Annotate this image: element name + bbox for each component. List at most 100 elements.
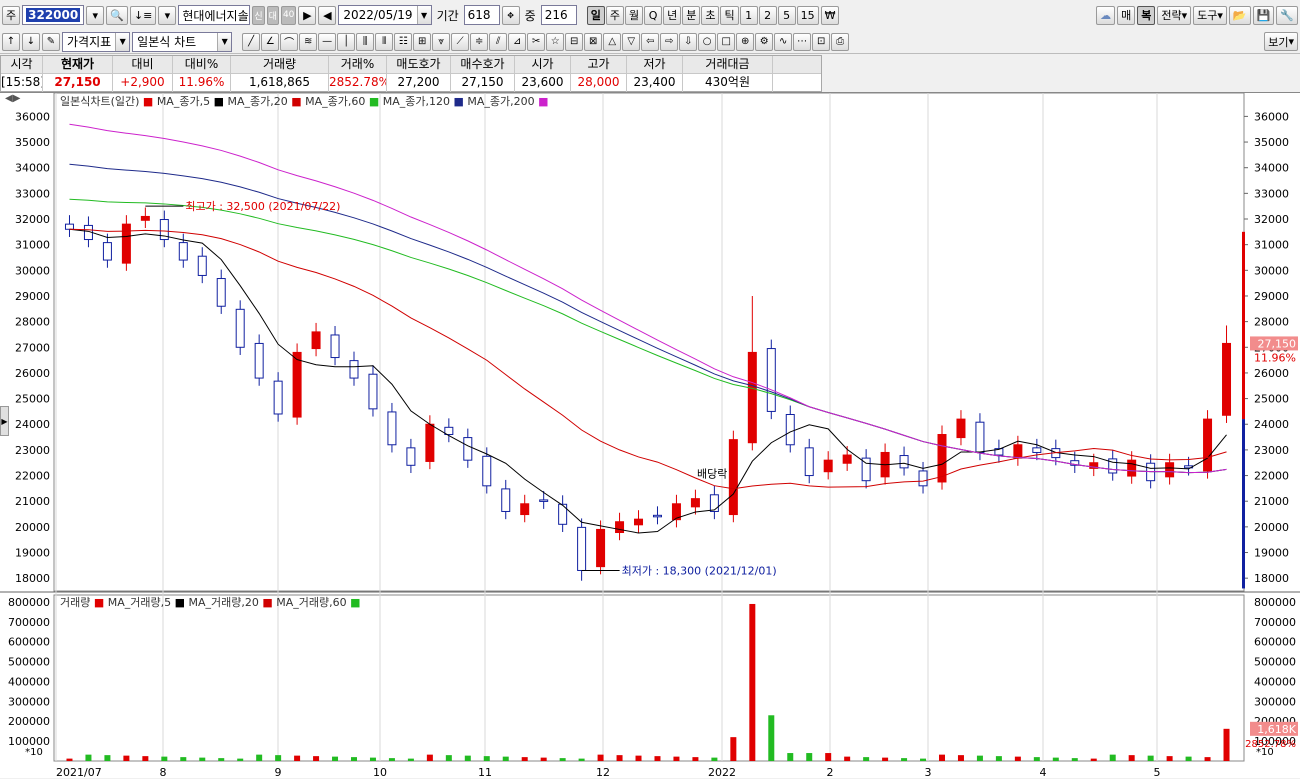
interval-6[interactable]: 초 (701, 5, 720, 25)
interval-5[interactable]: 분 (682, 5, 701, 25)
candle-body-9 (235, 308, 245, 348)
interval-11[interactable]: 15 (796, 5, 819, 25)
drawing-tool-23-icon[interactable]: ⇩ (679, 32, 698, 51)
volume-bar-33 (692, 757, 699, 761)
price-axis-right-0: 36000 (1254, 110, 1289, 123)
interval-8[interactable]: 1 (739, 5, 758, 25)
drawing-tool-18-icon[interactable]: ⊠ (584, 32, 603, 51)
price-axis-right-17: 19000 (1254, 547, 1289, 560)
week-button[interactable]: 주 (2, 5, 21, 25)
indicator-combo[interactable]: 가격지표 ▼ (62, 31, 131, 52)
drawing-tool-4-icon[interactable]: — (318, 32, 337, 51)
interval-w-icon[interactable]: ₩ (820, 5, 840, 25)
drawing-tool-22-icon[interactable]: ⇨ (660, 32, 679, 51)
drawing-tool-3-icon[interactable]: ≋ (299, 32, 318, 51)
drawing-tool-1-icon[interactable]: ∠ (261, 32, 280, 51)
drawing-tool-25-icon[interactable]: □ (717, 32, 736, 51)
drawing-tool-2-icon[interactable]: ⌒ (280, 32, 299, 51)
volume-bar-35 (730, 737, 737, 761)
date-combo[interactable]: 2022/05/19 ▼ (338, 5, 432, 25)
price-axis-right-10: 26000 (1254, 367, 1289, 380)
drawing-tool-16-icon[interactable]: ☆ (546, 32, 565, 51)
chart-type-combo[interactable]: 일본식 차트 ▼ (132, 31, 233, 52)
candlestick-chart[interactable]: 36000 3600035000 3500034000 3400033000 33000… (0, 93, 1300, 779)
drawing-tool-24-icon[interactable]: ○ (698, 32, 717, 51)
drawing-tool-15-icon[interactable]: ✂ (527, 32, 546, 51)
toolbar-button-sell[interactable]: 매 (1117, 5, 1136, 25)
price-axis-left-14: 22000 (15, 470, 50, 483)
settings-icon[interactable]: 🔧 (1276, 5, 1298, 25)
interval-10[interactable]: 5 (777, 5, 796, 25)
drawing-tool-5-icon[interactable]: │ (337, 32, 356, 51)
drawing-tool-10-icon[interactable]: ⩔ (432, 32, 451, 51)
stock-name-field[interactable]: 현대에너지솔루 (178, 5, 251, 25)
drawing-tool-9-icon[interactable]: ⊞ (413, 32, 432, 51)
ma-line-5 (69, 228, 1227, 534)
volume-axis-left-1: 700000 (8, 616, 50, 629)
drawing-tool-19-icon[interactable]: △ (603, 32, 622, 51)
price-axis-right-2: 34000 (1254, 162, 1289, 175)
next-stock-icon[interactable]: ▶ (298, 5, 317, 25)
x-label-10: 5 (1154, 766, 1161, 779)
scroll-down-icon[interactable]: ↓ (22, 32, 40, 51)
price-axis-left-5: 31000 (15, 239, 50, 252)
volume-bar-15 (351, 757, 357, 761)
open-folder-icon[interactable]: 📂 (1228, 5, 1251, 25)
list-dropdown-icon[interactable]: ▾ (158, 5, 177, 25)
price-axis-left-17: 19000 (15, 547, 50, 560)
stock-code-input[interactable]: 322000 (22, 5, 85, 25)
drawing-tool-7-icon[interactable]: ⦀ (375, 32, 394, 51)
prev-stock-icon[interactable]: ◀ (318, 5, 337, 25)
drawing-tool-20-icon[interactable]: ▽ (622, 32, 641, 51)
ma-swatch-1: ■ (287, 95, 306, 108)
drawing-tool-8-icon[interactable]: ☷ (394, 32, 413, 51)
interval-9[interactable]: 2 (758, 5, 777, 25)
drawing-tool-27-icon[interactable]: ⚙ (755, 32, 774, 51)
drawing-tool-14-icon[interactable]: ⊿ (508, 32, 527, 51)
drawing-tool-12-icon[interactable]: ≑ (470, 32, 489, 51)
interval-1[interactable]: 주 (605, 5, 624, 25)
drawing-tool-11-icon[interactable]: ⟋ (451, 32, 470, 51)
edit-icon[interactable]: ✎ (42, 32, 60, 51)
cloud-icon[interactable]: ☁ (1096, 5, 1116, 25)
volume-bar-0 (66, 758, 73, 761)
interval-2[interactable]: 월 (624, 5, 644, 25)
save-icon[interactable]: 💾 (1252, 5, 1275, 25)
drawing-tool-0-icon[interactable]: ╱ (242, 32, 261, 51)
info-header-3: 대비% (173, 56, 231, 73)
code-dropdown-icon[interactable]: ▾ (86, 5, 105, 25)
drawing-tool-17-icon[interactable]: ⊟ (565, 32, 584, 51)
interval-7[interactable]: 틱 (720, 5, 739, 25)
interval-4[interactable]: 년 (663, 5, 682, 25)
drawing-tool-26-icon[interactable]: ⊕ (736, 32, 755, 51)
drawing-tool-31-icon[interactable]: ⎙ (831, 32, 850, 51)
drawing-tool-21-icon[interactable]: ⇦ (641, 32, 660, 51)
candle-body-33 (690, 498, 700, 508)
price-legend-title: 일본식차트(일간) (60, 95, 143, 108)
candle-body-29 (615, 521, 625, 534)
expand-panel-icon[interactable]: ▶ (0, 406, 9, 436)
strategy-menu[interactable]: 전략 ▾ (1157, 5, 1192, 25)
chart-area[interactable]: 36000 36000 35000 35000 34000 34000 33000 33000… (0, 92, 1300, 779)
scroll-up-icon[interactable]: ↑ (2, 32, 20, 51)
tools-menu[interactable]: 도구 ▾ (1193, 5, 1227, 25)
period-spin-icon[interactable]: ✥ (501, 5, 520, 25)
drawing-tool-29-icon[interactable]: ⋯ (793, 32, 812, 51)
search-icon[interactable]: 🔍 (106, 5, 128, 25)
drawing-tool-30-icon[interactable]: ⊡ (812, 32, 831, 51)
view-button[interactable]: 보기 ▾ (1264, 32, 1298, 51)
drawing-tool-13-icon[interactable]: ⫽ (489, 32, 508, 51)
chart-scroll-arrows[interactable]: ◀▶ (5, 93, 20, 104)
drawing-tool-6-icon[interactable]: ⫼ (356, 32, 375, 51)
period-input[interactable]: 618 (463, 5, 500, 25)
toolbar-button-multi[interactable]: 복 (1137, 5, 1156, 25)
drawing-tool-28-icon[interactable]: ∿ (774, 32, 793, 51)
current-price-tag: 27,150 (1258, 337, 1297, 350)
price-axis-right-8: 28000 (1254, 316, 1289, 329)
info-header-10: 저가 (627, 56, 683, 73)
interval-0[interactable]: 일 (586, 5, 605, 25)
candle-body-38 (785, 413, 795, 446)
interval-3[interactable]: Q (644, 5, 663, 25)
sort-icon[interactable]: ↓≡ (129, 5, 157, 25)
middle-input[interactable]: 216 (540, 5, 577, 25)
